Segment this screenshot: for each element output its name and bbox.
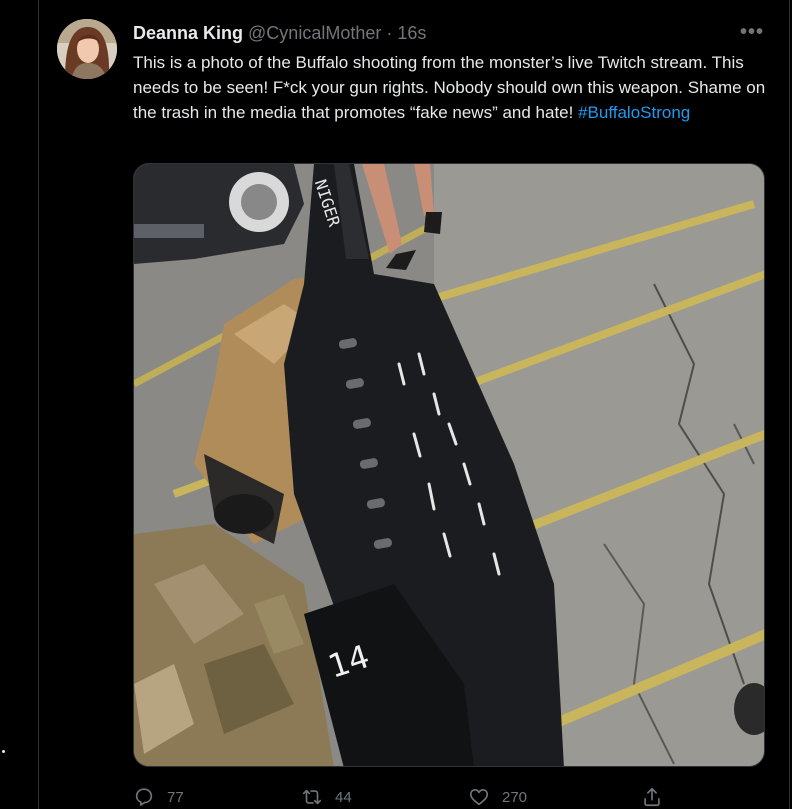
retweet-count: 44 [335, 788, 352, 806]
media-photo: NIGER 14 [134, 164, 764, 766]
avatar[interactable] [57, 19, 117, 79]
scroll-marker [2, 750, 5, 753]
hashtag-link[interactable]: #BuffaloStrong [578, 103, 690, 122]
like-count: 270 [502, 788, 528, 806]
author-name[interactable]: Deanna King [133, 23, 243, 43]
more-options-icon[interactable]: ••• [737, 20, 767, 44]
tweet-text: This is a photo of the Buffalo shooting … [133, 50, 773, 125]
timeline-page: Deanna King @CynicalMother · 16s ••• Thi… [0, 0, 792, 809]
tweet-actions: 77 44 270 [133, 786, 733, 809]
header-separator: · [386, 23, 393, 43]
avatar-image [57, 19, 117, 79]
author-handle[interactable]: @CynicalMother [248, 23, 381, 43]
heart-icon [469, 789, 489, 806]
tweet-media[interactable]: NIGER 14 [133, 163, 765, 767]
tweet-header: Deanna King @CynicalMother · 16s [133, 22, 426, 44]
reply-button[interactable]: 77 [133, 786, 184, 808]
retweet-icon [302, 789, 322, 805]
like-button[interactable]: 270 [468, 786, 527, 808]
reply-icon [135, 788, 153, 806]
share-icon [644, 787, 660, 807]
retweet-button[interactable]: 44 [301, 786, 352, 808]
reply-count: 77 [167, 788, 184, 806]
share-button[interactable] [641, 786, 675, 808]
tweet-timestamp[interactable]: 16s [397, 23, 426, 43]
